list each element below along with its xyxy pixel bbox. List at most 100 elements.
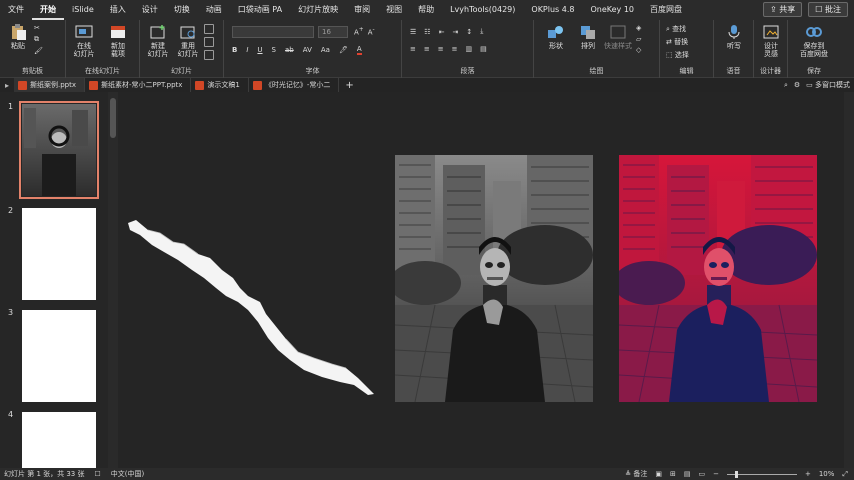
align-right-icon[interactable]: ≡ <box>438 45 444 53</box>
comments-button[interactable]: ☐ 批注 <box>808 2 848 17</box>
select-button[interactable]: ⬚ 选择 <box>666 50 689 60</box>
text-direction-icon[interactable]: ⤓ <box>480 27 483 36</box>
accessibility-icon[interactable]: ☐ <box>95 468 101 480</box>
gear-icon[interactable]: ⚙ <box>794 81 800 89</box>
case-icon[interactable]: Aa <box>321 46 330 54</box>
document-tab[interactable]: 演示文稿1 <box>191 78 249 92</box>
section-icon[interactable] <box>204 50 214 60</box>
menu-item[interactable]: 百度网盘 <box>642 0 690 20</box>
slide-thumbnail-pane: 1 2 3 4 <box>0 92 108 468</box>
menu-item[interactable]: 插入 <box>102 0 134 20</box>
numbering-icon[interactable]: ☷ <box>424 28 430 36</box>
arrange-button[interactable]: 排列 <box>572 24 604 50</box>
document-tab[interactable]: 撕纸案例.pptx <box>14 78 85 92</box>
menu-item[interactable]: 动画 <box>198 0 230 20</box>
increase-indent-icon[interactable]: ⇥ <box>452 28 458 36</box>
shadow-icon[interactable]: S <box>272 46 276 54</box>
menu-item[interactable]: 设计 <box>134 0 166 20</box>
language-status[interactable]: 中文(中国) <box>111 468 144 480</box>
columns-icon[interactable]: ▥ <box>466 45 473 53</box>
find-button[interactable]: ⌕ 查找 <box>666 24 686 34</box>
menu-item[interactable]: iSlide <box>64 0 102 20</box>
shrink-font-icon[interactable]: A- <box>368 27 375 36</box>
line-spacing-icon[interactable]: ↕ <box>466 28 472 36</box>
decrease-indent-icon[interactable]: ⇤ <box>439 28 445 36</box>
menu-item[interactable]: LvyhTools(0429) <box>442 0 523 20</box>
duotone-photo[interactable] <box>619 155 817 402</box>
thumbnail-scrollbar[interactable] <box>108 92 118 468</box>
new-tab-button[interactable]: + <box>339 80 359 91</box>
paste-button[interactable]: 粘贴 <box>2 24 34 50</box>
smartart-icon[interactable]: ▤ <box>480 45 487 53</box>
menu-item[interactable]: 口袋动画 PA <box>230 0 290 20</box>
replace-button[interactable]: ⇄ 替换 <box>666 37 688 47</box>
normal-view-icon[interactable]: ▣ <box>655 468 662 480</box>
menu-item[interactable]: 幻灯片放映 <box>290 0 346 20</box>
grayscale-photo[interactable] <box>395 155 593 402</box>
shapes-button[interactable]: 形状 <box>540 24 572 50</box>
menu-item[interactable]: 切换 <box>166 0 198 20</box>
align-left-icon[interactable]: ≡ <box>410 45 416 53</box>
search-icon[interactable]: ⌕ <box>784 81 788 90</box>
slide-thumbnail[interactable] <box>19 101 99 199</box>
slide-thumbnail[interactable] <box>22 310 96 402</box>
tab-menu-icon[interactable]: ▸ <box>0 81 14 90</box>
quick-styles-button[interactable]: 快速样式 <box>602 24 634 50</box>
notes-button[interactable]: ≜ 备注 <box>625 468 647 480</box>
highlight-icon[interactable]: 🖊 <box>339 46 348 54</box>
scrollbar-thumb[interactable] <box>110 98 116 138</box>
menu-item[interactable]: 开始 <box>32 0 64 20</box>
online-slides-button[interactable]: 在线 幻灯片 <box>68 24 100 58</box>
fit-slide-icon[interactable]: ⤢ <box>842 468 848 480</box>
shape-effects-icon[interactable]: ◇ <box>636 46 641 54</box>
font-name-field[interactable] <box>232 26 314 38</box>
strike-icon[interactable]: ab <box>285 46 294 54</box>
menu-item[interactable]: 视图 <box>378 0 410 20</box>
justify-icon[interactable]: ≡ <box>452 45 458 53</box>
menu-item[interactable]: OKPlus 4.8 <box>523 0 582 20</box>
new-slide-button[interactable]: 新建 幻灯片 <box>142 24 174 58</box>
slide-thumbnail[interactable] <box>22 208 96 300</box>
spacing-icon[interactable]: AV <box>303 46 312 54</box>
bold-icon[interactable]: B <box>232 46 237 54</box>
shape-fill-icon[interactable]: ◈ <box>636 24 641 32</box>
document-tab[interactable]: 撕纸素材-常小二PPT.pptx <box>85 78 192 92</box>
slide-sorter-icon[interactable]: ⊞ <box>670 468 676 480</box>
menu-item[interactable]: OneKey 10 <box>582 0 642 20</box>
underline-icon[interactable]: U <box>257 46 262 54</box>
copy-icon[interactable]: ⧉ <box>34 35 39 44</box>
document-tab[interactable]: 《时光记忆》-常小二 <box>249 78 340 92</box>
reading-view-icon[interactable]: ▤ <box>684 468 691 480</box>
slide-thumbnail[interactable] <box>22 412 96 468</box>
dictate-button[interactable]: 听写 <box>718 24 750 50</box>
format-painter-icon[interactable]: 🖌 <box>34 47 43 55</box>
baidu-cloud-icon <box>806 27 822 37</box>
italic-icon[interactable]: I <box>246 46 248 54</box>
zoom-out-icon[interactable]: − <box>713 468 719 480</box>
multi-window-button[interactable]: ▭ 多窗口模式 <box>806 80 850 90</box>
design-ideas-button[interactable]: 设计 灵感 <box>755 24 787 58</box>
shape-outline-icon[interactable]: ▱ <box>636 35 641 43</box>
align-center-icon[interactable]: ≡ <box>424 45 430 53</box>
menu-item[interactable]: 帮助 <box>410 0 442 20</box>
layout-icon[interactable] <box>204 24 214 34</box>
font-color-icon[interactable]: A <box>356 45 362 55</box>
grow-font-icon[interactable]: A+ <box>354 27 364 36</box>
reset-icon[interactable] <box>204 37 214 47</box>
share-button[interactable]: ⇪ 共享 <box>763 2 803 17</box>
zoom-slider-thumb[interactable] <box>734 470 738 478</box>
reuse-slides-button[interactable]: 重用 幻灯片 <box>172 24 204 58</box>
zoom-slider[interactable] <box>726 470 797 478</box>
zoom-in-icon[interactable]: + <box>805 468 811 480</box>
canvas-scrollbar[interactable] <box>844 92 854 468</box>
menu-item[interactable]: 审阅 <box>346 0 378 20</box>
menu-item[interactable]: 文件 <box>0 0 32 20</box>
cut-icon[interactable]: ✂ <box>34 24 40 32</box>
font-size-field[interactable]: 16 <box>318 26 348 38</box>
quick-styles-icon <box>610 25 626 39</box>
zoom-level[interactable]: 10% <box>819 468 835 480</box>
save-baidu-button[interactable]: 保存到 百度网盘 <box>792 24 836 58</box>
bullets-icon[interactable]: ☰ <box>410 28 416 36</box>
add-ins-button[interactable]: 新加 载项 <box>102 24 134 58</box>
slideshow-icon[interactable]: ▭ <box>698 468 705 480</box>
